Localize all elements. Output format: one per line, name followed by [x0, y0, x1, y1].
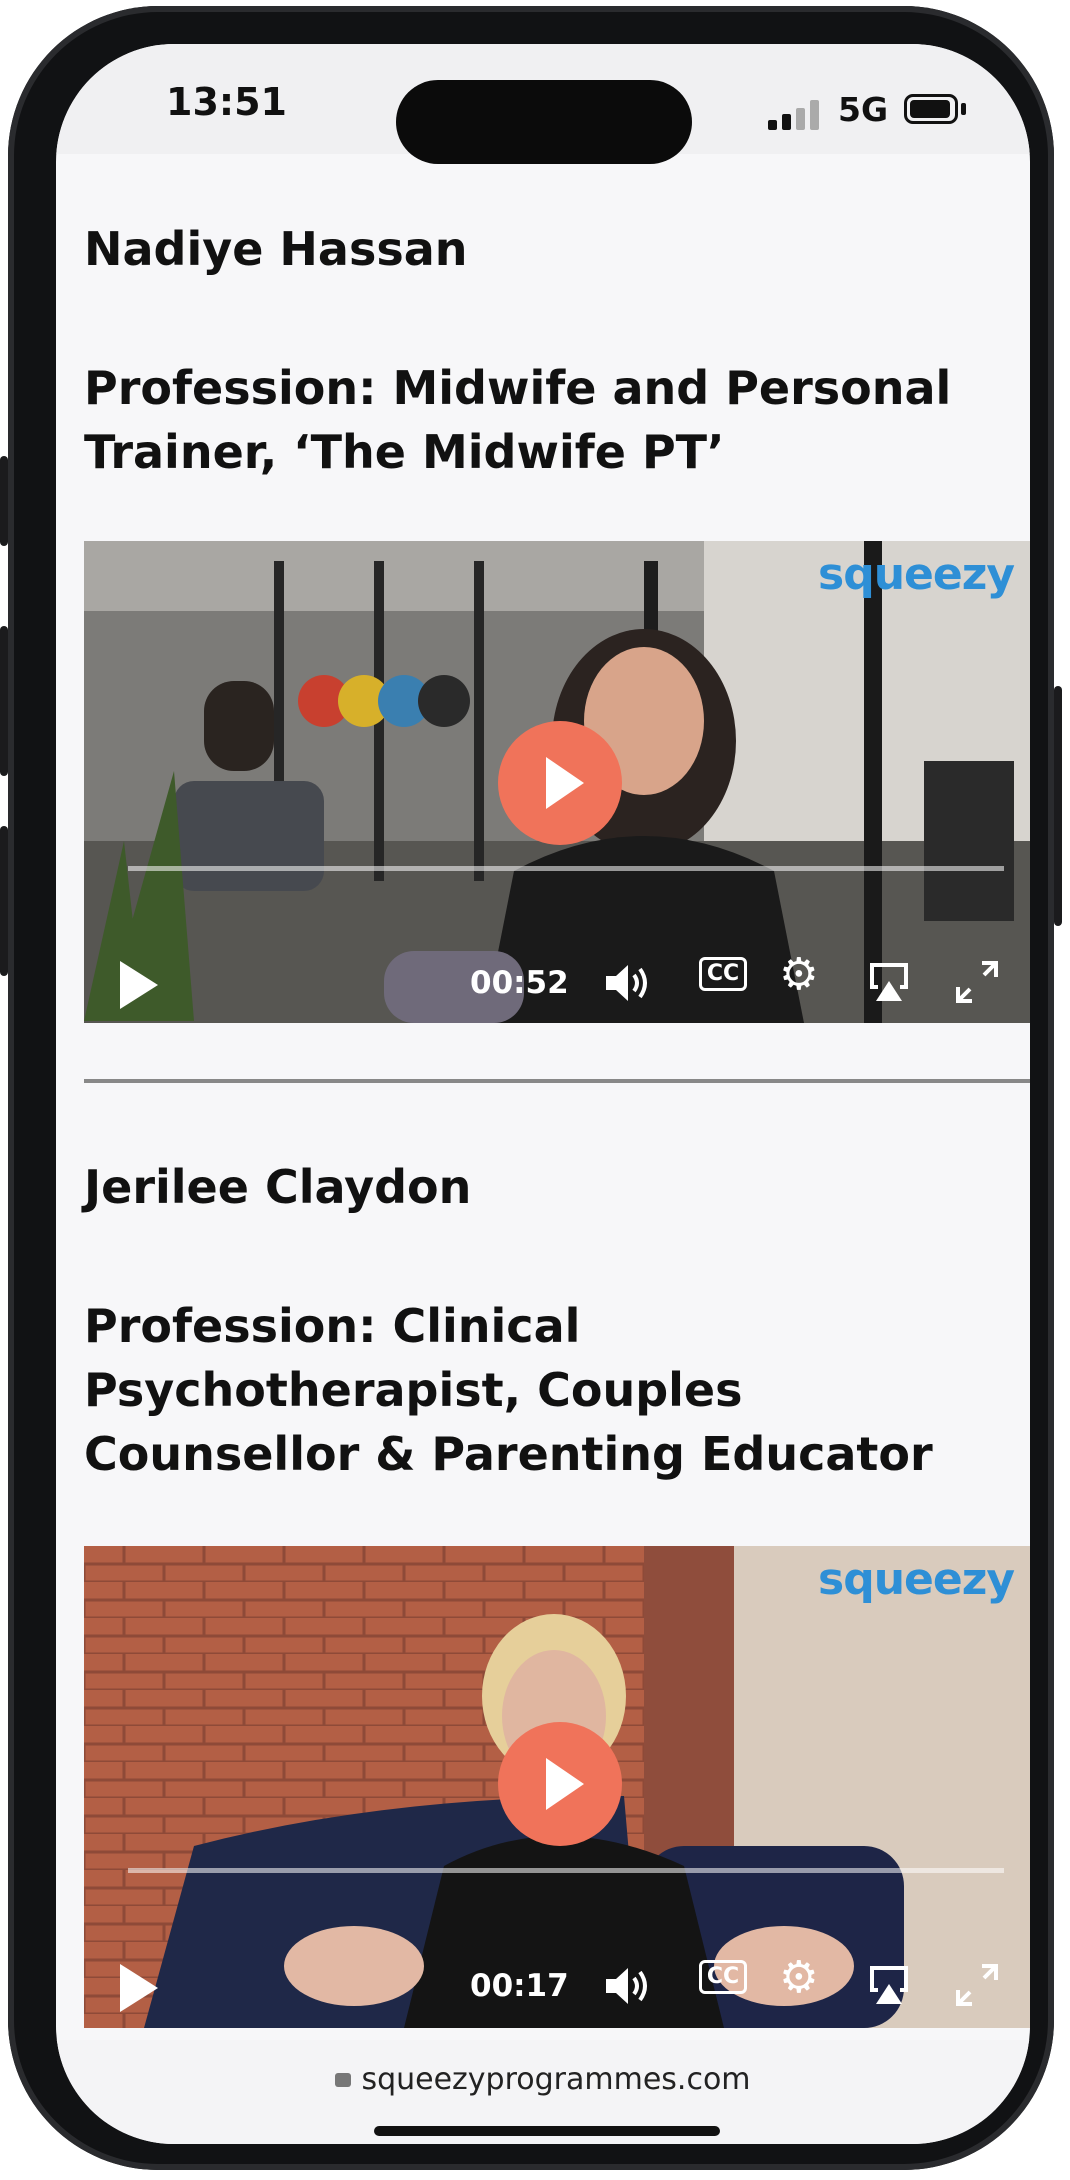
- volume-down-button: [0, 826, 8, 976]
- action-button: [0, 456, 8, 546]
- video-controls: 00:52 CC ⚙: [84, 943, 1030, 1023]
- captions-icon[interactable]: CC: [699, 1960, 747, 1994]
- home-indicator[interactable]: [374, 2126, 720, 2136]
- squeezy-logo: squeezy: [818, 1554, 1015, 1605]
- profession-text: Profession: Clinical Psychotherapist, Co…: [84, 1299, 933, 1481]
- profession-text: Profession: Midwife and Personal Trainer…: [84, 361, 952, 479]
- dynamic-island: [396, 80, 692, 164]
- airplay-icon[interactable]: [866, 959, 912, 1003]
- person-name: Jerilee Claydon: [84, 1160, 472, 1214]
- settings-gear-icon[interactable]: ⚙: [779, 949, 818, 1000]
- video-progress-bar[interactable]: [128, 866, 1004, 871]
- video-player[interactable]: squeezy 00:17 CC ⚙: [84, 1546, 1030, 2028]
- fullscreen-icon[interactable]: [954, 1962, 1000, 2008]
- power-button: [1054, 686, 1062, 926]
- big-play-button[interactable]: [498, 1722, 622, 1846]
- status-time: 13:51: [166, 80, 287, 124]
- captions-icon[interactable]: CC: [699, 957, 747, 991]
- video-progress-bar[interactable]: [128, 1868, 1004, 1873]
- person-name: Nadiye Hassan: [84, 222, 468, 276]
- video-controls: 00:17 CC ⚙: [84, 1946, 1030, 2026]
- fullscreen-icon[interactable]: [954, 959, 1000, 1005]
- lock-icon: [335, 2073, 352, 2087]
- big-play-button[interactable]: [498, 721, 622, 845]
- video-duration: 00:52: [470, 965, 569, 1001]
- battery-cap: [961, 103, 966, 115]
- play-icon[interactable]: [120, 1964, 158, 2012]
- play-icon[interactable]: [120, 961, 158, 1009]
- url-display[interactable]: squeezyprogrammes.com: [56, 2062, 1030, 2097]
- volume-icon[interactable]: [604, 961, 654, 1005]
- volume-icon[interactable]: [604, 1964, 654, 2008]
- squeezy-logo: squeezy: [818, 549, 1015, 600]
- video-player[interactable]: squeezy 00:52 CC ⚙: [84, 541, 1030, 1023]
- screen: 13:51 5G Nadiye Hassan Profession: Midwi…: [56, 44, 1030, 2144]
- settings-gear-icon[interactable]: ⚙: [779, 1952, 818, 2003]
- status-bar: 13:51 5G: [56, 44, 1030, 164]
- url-text: squeezyprogrammes.com: [361, 2062, 751, 2097]
- phone-frame: 13:51 5G Nadiye Hassan Profession: Midwi…: [0, 6, 1062, 2170]
- video-duration: 00:17: [470, 1968, 569, 2004]
- battery-icon: [904, 94, 958, 124]
- signal-icon: [768, 100, 828, 130]
- volume-up-button: [0, 626, 8, 776]
- network-type: 5G: [838, 90, 889, 129]
- section-divider: [84, 1079, 1030, 1083]
- airplay-icon[interactable]: [866, 1962, 912, 2006]
